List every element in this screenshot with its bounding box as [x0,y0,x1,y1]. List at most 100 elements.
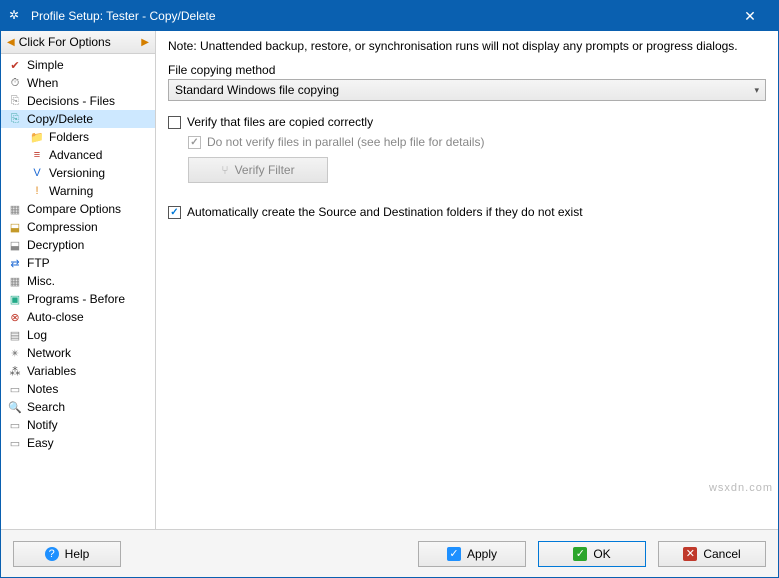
app-icon: ✲ [9,8,25,24]
sidebar-item-label: Simple [27,58,64,72]
body: ◀ Click For Options ▶ ✔ Simple ⏱ When ⎘ Decis… [1,31,778,529]
sidebar-item-advanced[interactable]: ≡ Advanced [1,146,155,164]
sidebar-item-label: Log [27,328,47,342]
programs-before-icon: ▣ [7,291,23,307]
sidebar-item-label: Network [27,346,71,360]
ok-button[interactable]: ✓ OK [538,541,646,567]
sidebar-item-compression[interactable]: ⬓Compression [1,218,155,236]
auto-create-row: Automatically create the Source and Dest… [168,205,766,219]
verify-row: Verify that files are copied correctly [168,115,766,129]
sidebar-item-decryption[interactable]: ⬓ Decryption [1,236,155,254]
options-label: Click For Options [19,35,111,49]
folders-icon: 📁 [29,129,45,145]
window: ✲ Profile Setup: Tester - Copy/Delete ✕ … [0,0,779,578]
titlebar: ✲ Profile Setup: Tester - Copy/Delete ✕ [1,1,778,31]
sidebar-item-label: Programs - Before [27,292,125,306]
sidebar-item-network[interactable]: ✴ Network [1,344,155,362]
ok-label: OK [593,547,610,561]
notes-icon: ▭ [7,381,23,397]
log-icon: ▤ [7,327,23,343]
sidebar-item-label: Decisions - Files [27,94,115,108]
sidebar-item-when[interactable]: ⏱ When [1,74,155,92]
easy-icon: ▭ [7,435,23,451]
close-icon[interactable]: ✕ [730,8,770,25]
sidebar-item-label: Copy/Delete [27,112,93,126]
sidebar-item-copy-delete[interactable]: ⎘ Copy/Delete [1,110,155,128]
sidebar-item-ftp[interactable]: ⇄ FTP [1,254,155,272]
footer: ? Help ✓ Apply ✓ OK ✕ Cancel [1,529,778,577]
cancel-label: Cancel [703,547,740,561]
copy-method-label: File copying method [168,63,766,77]
sidebar-item-search[interactable]: 🔍Search [1,398,155,416]
help-label: Help [65,547,90,561]
sidebar-item-log[interactable]: ▤ Log [1,326,155,344]
sidebar-item-label: When [27,76,58,90]
window-title: Profile Setup: Tester - Copy/Delete [31,9,730,23]
compare-options-icon: ▦ [7,201,23,217]
compression-icon: ⬓ [7,219,23,235]
sidebar-item-label: Versioning [49,166,105,180]
sidebar-item-compare-options[interactable]: ▦Compare Options [1,200,155,218]
main-panel: Note: Unattended backup, restore, or syn… [156,31,778,529]
filter-icon: ⑂ [221,163,228,177]
warning-icon: ! [29,183,45,199]
no-parallel-checkbox [188,136,201,149]
sidebar-item-decisions-files[interactable]: ⎘ Decisions - Files [1,92,155,110]
apply-label: Apply [467,547,497,561]
when-icon: ⏱ [7,75,23,91]
sidebar-item-label: Variables [27,364,76,378]
help-button[interactable]: ? Help [13,541,121,567]
ftp-icon: ⇄ [7,255,23,271]
sidebar-item-simple[interactable]: ✔ Simple [1,56,155,74]
sidebar-item-label: Misc. [27,274,55,288]
cancel-icon: ✕ [683,547,697,561]
auto-create-checkbox[interactable] [168,206,181,219]
arrow-left-icon: ◀ [7,37,15,48]
copy-delete-icon: ⎘ [7,111,23,127]
apply-button[interactable]: ✓ Apply [418,541,526,567]
sidebar-item-programs-before[interactable]: ▣ Programs - Before [1,290,155,308]
no-parallel-row: Do not verify files in parallel (see hel… [188,135,766,149]
sidebar-item-label: Notify [27,418,58,432]
click-for-options[interactable]: ◀ Click For Options ▶ [1,31,155,54]
sidebar-item-label: Auto-close [27,310,84,324]
sidebar-item-label: Advanced [49,148,102,162]
nav-tree: ✔ Simple ⏱ When ⎘ Decisions - Files ⎘ Copy/Dele… [1,54,155,529]
apply-icon: ✓ [447,547,461,561]
advanced-icon: ≡ [29,147,45,163]
arrow-right-icon: ▶ [141,37,149,48]
copy-method-dropdown[interactable]: Standard Windows file copying ▾ [168,79,766,101]
sidebar-item-easy[interactable]: ▭Easy [1,434,155,452]
auto-create-label: Automatically create the Source and Dest… [187,205,583,219]
sidebar-item-label: FTP [27,256,50,270]
cancel-button[interactable]: ✕ Cancel [658,541,766,567]
verify-filter-button: ⑂ Verify Filter [188,157,328,183]
sidebar-item-misc-[interactable]: ▦ Misc. [1,272,155,290]
sidebar-item-variables[interactable]: ⁂ Variables [1,362,155,380]
no-parallel-label: Do not verify files in parallel (see hel… [207,135,484,149]
verify-label: Verify that files are copied correctly [187,115,373,129]
verify-filter-label: Verify Filter [235,163,295,177]
notify-icon: ▭ [7,417,23,433]
ok-icon: ✓ [573,547,587,561]
misc--icon: ▦ [7,273,23,289]
verify-checkbox[interactable] [168,116,181,129]
sidebar-item-versioning[interactable]: V Versioning [1,164,155,182]
versioning-icon: V [29,165,45,181]
variables-icon: ⁂ [7,363,23,379]
help-icon: ? [45,547,59,561]
simple-icon: ✔ [7,57,23,73]
sidebar-item-label: Warning [49,184,93,198]
sidebar-item-warning[interactable]: ! Warning [1,182,155,200]
watermark: wsxdn.com [709,482,773,494]
decisions-files-icon: ⎘ [7,93,23,109]
sidebar-item-folders[interactable]: 📁Folders [1,128,155,146]
decryption-icon: ⬓ [7,237,23,253]
sidebar-item-notes[interactable]: ▭Notes [1,380,155,398]
network-icon: ✴ [7,345,23,361]
search-icon: 🔍 [7,399,23,415]
sidebar-item-notify[interactable]: ▭ Notify [1,416,155,434]
sidebar-item-label: Decryption [27,238,84,252]
copy-method-value: Standard Windows file copying [175,83,754,97]
sidebar-item-auto-close[interactable]: ⊗Auto-close [1,308,155,326]
